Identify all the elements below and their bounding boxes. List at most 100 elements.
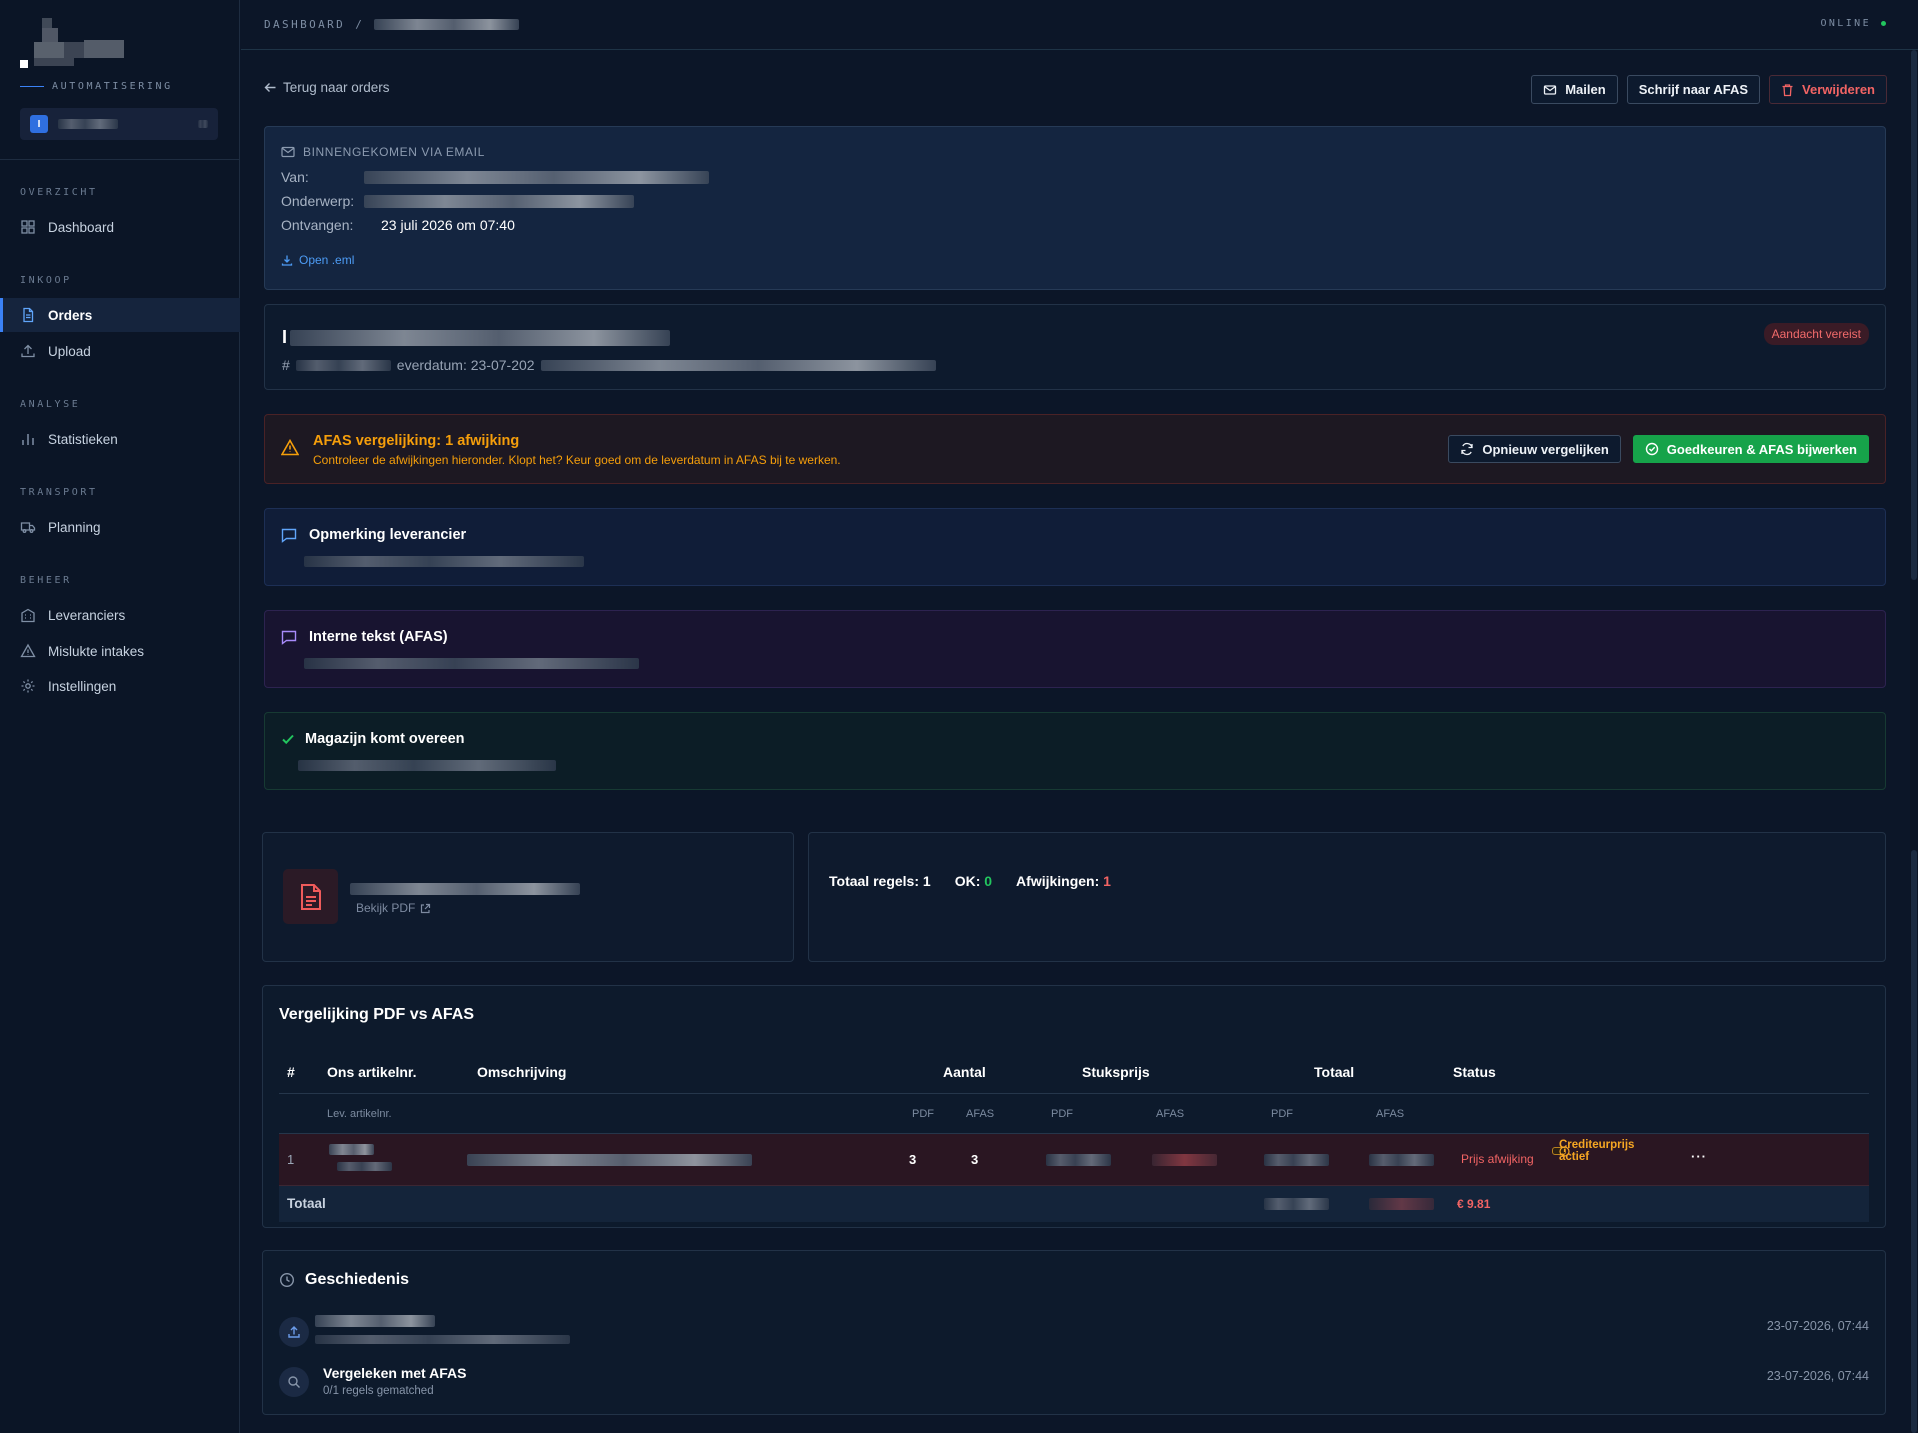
email-received-row: Ontvangen: 23 juli 2026 om 07:40	[281, 217, 515, 233]
org-chevron-icon	[198, 120, 208, 128]
search-icon	[279, 1367, 309, 1397]
page-scrollbar[interactable]	[1910, 50, 1918, 1433]
breadcrumb-current-redacted	[374, 19, 520, 30]
col-supplier-article: Lev. artikelnr.	[327, 1108, 392, 1120]
upload-icon	[279, 1317, 309, 1347]
total-label: Totaal	[287, 1196, 326, 1211]
attention-badge: Aandacht vereist	[1763, 323, 1869, 345]
email-subject-row: Onderwerp:	[281, 193, 634, 209]
sidebar-item-upload[interactable]: Upload	[0, 334, 240, 368]
approve-update-afas-button[interactable]: Goedkeuren & AFAS bijwerken	[1632, 435, 1869, 463]
back-to-orders-link[interactable]: Terug naar orders	[264, 80, 390, 95]
stat-ok: OK: 0	[954, 873, 993, 889]
sidebar-item-orders[interactable]: Orders	[0, 298, 240, 332]
line-stats-card: Totaal regels: 1 OK: 0 Afwijkingen: 1	[808, 832, 1886, 962]
nav-section-analyse: ANALYSE	[20, 399, 81, 410]
document-icon	[20, 307, 36, 323]
external-link-icon	[420, 903, 431, 914]
table-row[interactable]: 1 3 3 Prijs afwijking Crediteurprijs act…	[279, 1134, 1869, 1186]
supplier-note-card: Opmerking leverancier	[264, 508, 1886, 586]
warning-icon	[281, 439, 299, 456]
row-num: 1	[287, 1152, 295, 1167]
truck-icon	[20, 519, 36, 535]
pdf-file-icon	[283, 869, 338, 924]
sidebar-item-mislukte-intakes[interactable]: Mislukte intakes	[0, 634, 240, 668]
refresh-icon	[1460, 442, 1474, 456]
history-item-upload: 23-07-2026, 07:44	[279, 1313, 1869, 1353]
email-from-row: Van:	[281, 169, 709, 185]
row-total-afas-redacted	[1369, 1154, 1434, 1166]
afas-alert-subtitle: Controleer de afwijkingen hieronder. Klo…	[313, 453, 841, 467]
order-meta: # everdatum: 23-07-202	[282, 357, 936, 373]
sidebar-item-leveranciers[interactable]: Leveranciers	[0, 598, 240, 632]
total-afas-value: € 9.81	[1457, 1197, 1491, 1211]
mail-button[interactable]: Mailen	[1531, 75, 1618, 104]
history-upload-sub-redacted	[315, 1335, 570, 1344]
col-total: Totaal	[1314, 1064, 1355, 1080]
col-unit-price: Stuksprijs	[1082, 1064, 1150, 1080]
history-sub: 0/1 regels gematched	[323, 1385, 434, 1397]
col-qty-afas: AFAS	[966, 1108, 995, 1120]
download-icon	[281, 254, 293, 266]
check-icon	[281, 732, 295, 746]
history-main: Vergeleken met AFAS	[323, 1365, 467, 1381]
comparison-title: Vergelijking PDF vs AFAS	[279, 1006, 475, 1023]
total-pdf-redacted	[1264, 1198, 1329, 1210]
nav-section-transport: TRANSPORT	[20, 487, 98, 498]
order-number-redacted	[295, 359, 391, 371]
nav-section-overzicht: OVERZICHT	[20, 187, 98, 198]
org-badge: I	[30, 115, 48, 133]
status-dot	[1881, 21, 1886, 26]
sidebar-item-dashboard[interactable]: Dashboard	[0, 210, 240, 244]
delete-button[interactable]: Verwijderen	[1769, 75, 1887, 104]
sidebar-item-statistieken[interactable]: Statistieken	[0, 422, 240, 456]
row-status: Prijs afwijking	[1461, 1152, 1534, 1166]
sidebar-item-planning[interactable]: Planning	[0, 510, 240, 544]
stat-deviations: Afwijkingen: 1	[1016, 873, 1111, 889]
chat-icon	[281, 528, 297, 543]
recompare-button[interactable]: Opnieuw vergelijken	[1448, 435, 1621, 463]
table-total-row: Totaal € 9.81	[279, 1186, 1869, 1222]
arrow-left-icon	[264, 81, 277, 94]
logo-mark	[20, 18, 135, 68]
row-price-afas-redacted	[1152, 1154, 1217, 1166]
org-name-redacted	[58, 119, 118, 129]
breadcrumb-root[interactable]: DASHBOARD	[264, 18, 345, 31]
mail-icon	[1543, 83, 1557, 97]
table-header: # Ons artikelnr. Omschrijving Aantal Stu…	[279, 1052, 1869, 1094]
pdf-filename-redacted	[350, 882, 580, 898]
row-more-button[interactable]: ···	[1691, 1149, 1707, 1164]
view-pdf-link[interactable]: Bekijk PDF	[356, 901, 431, 915]
breadcrumb: DASHBOARD /	[264, 18, 520, 31]
comparison-table-card: Vergelijking PDF vs AFAS # Ons artikelnr…	[262, 985, 1886, 1228]
email-subject-redacted	[364, 194, 634, 208]
sidebar-item-instellingen[interactable]: Instellingen	[0, 669, 240, 703]
col-our-article: Ons artikelnr.	[327, 1064, 417, 1080]
write-to-afas-button[interactable]: Schrijf naar AFAS	[1626, 75, 1761, 104]
open-eml-link[interactable]: Open .eml	[281, 253, 354, 267]
order-actions: Mailen Schrijf naar AFAS Verwijderen	[1531, 75, 1887, 104]
warning-icon	[20, 643, 36, 659]
nav-section-beheer: BEHEER	[20, 575, 72, 586]
row-price-pdf-redacted	[1046, 1154, 1111, 1166]
col-description: Omschrijving	[477, 1064, 567, 1080]
check-circle-icon	[1645, 442, 1659, 456]
row-qty-pdf: 3	[909, 1152, 917, 1167]
line-stats: Totaal regels: 1 OK: 0 Afwijkingen: 1	[829, 873, 1111, 889]
bar-chart-icon	[20, 431, 36, 447]
row-qty-afas: 3	[971, 1152, 979, 1167]
history-item-compared: Vergeleken met AFAS 0/1 regels gematched…	[279, 1363, 1869, 1403]
org-selector[interactable]: I	[20, 108, 218, 140]
creditor-price-badge: Crediteurprijs actief	[1552, 1139, 1634, 1163]
internal-text-title: Interne tekst (AFAS)	[281, 629, 448, 645]
connection-status: ONLINE	[1820, 18, 1886, 29]
warehouse-match-title: Magazijn komt overeen	[281, 731, 465, 747]
upload-icon	[20, 343, 36, 359]
afas-alert-title: AFAS vergelijking: 1 afwijking	[313, 433, 520, 449]
afas-comparison-alert: AFAS vergelijking: 1 afwijking Controlee…	[264, 414, 1886, 484]
warehouse-match-card: Magazijn komt overeen	[264, 712, 1886, 790]
internal-text-card: Interne tekst (AFAS)	[264, 610, 1886, 688]
stat-total: Totaal regels: 1	[829, 873, 931, 889]
mail-icon	[281, 146, 295, 158]
col-total-afas: AFAS	[1376, 1108, 1405, 1120]
